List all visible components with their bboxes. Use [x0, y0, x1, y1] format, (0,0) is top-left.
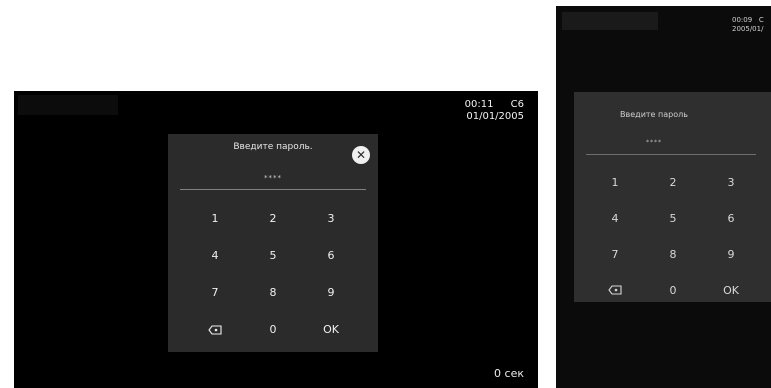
backspace-button[interactable] [186, 311, 244, 348]
key-4: 4 [611, 211, 619, 225]
key-3: 3 [727, 175, 735, 189]
keypad: 1 2 3 4 5 6 7 8 9 0 OK [186, 200, 360, 348]
key-9[interactable]: 9 [302, 274, 360, 311]
intercom-photo: 00:09 C 2005/01/ Введите пароль **** 1 2 3… [556, 6, 771, 388]
dialog-title: Введите пароль [620, 110, 688, 119]
key-6[interactable]: 6 [302, 237, 360, 274]
key-0[interactable]: 0 [244, 311, 302, 348]
backspace-icon [608, 285, 622, 295]
backspace-icon [208, 324, 222, 335]
password-dialog: Введите пароль. ✕ **** 1 2 3 4 5 6 7 8 9 0 OK [168, 134, 378, 352]
key-7: 7 [611, 247, 619, 261]
key-2: 2 [669, 175, 677, 189]
key-8: 8 [669, 247, 677, 261]
key-8[interactable]: 8 [244, 274, 302, 311]
key-2[interactable]: 2 [244, 200, 302, 237]
password-field[interactable]: **** [168, 174, 378, 182]
password-field: **** [646, 139, 662, 146]
password-underline [180, 189, 366, 190]
key-ok: OK [723, 283, 739, 297]
channel-label: C6 [510, 99, 524, 110]
key-1[interactable]: 1 [186, 200, 244, 237]
top-left-overlay [18, 95, 118, 115]
status-bar: 00:11 C6 01/01/2005 [465, 99, 524, 123]
key-7[interactable]: 7 [186, 274, 244, 311]
close-icon: ✕ [355, 148, 367, 162]
top-left-overlay [562, 12, 658, 30]
status-bar: 00:09 C 2005/01/ [732, 16, 764, 34]
ok-button[interactable]: OK [302, 311, 360, 348]
key-9: 9 [727, 247, 735, 261]
key-5[interactable]: 5 [244, 237, 302, 274]
key-4[interactable]: 4 [186, 237, 244, 274]
date-label: 01/01/2005 [466, 111, 524, 122]
channel-label: C [758, 16, 764, 24]
keypad: 1 2 3 4 5 6 7 8 9 0 OK [586, 164, 760, 308]
key-3[interactable]: 3 [302, 200, 360, 237]
key-6: 6 [727, 211, 735, 225]
close-button[interactable]: ✕ [352, 146, 370, 164]
key-0: 0 [669, 283, 677, 297]
timer-label: 0 сек [494, 367, 524, 380]
clock-time: 00:09 [732, 16, 753, 24]
intercom-screen: 00:11 C6 01/01/2005 Введите пароль. ✕ **… [14, 91, 538, 388]
date-label: 2005/01/ [732, 25, 764, 33]
key-5: 5 [669, 211, 677, 225]
password-dialog: Введите пароль **** 1 2 3 4 5 6 7 8 9 0 OK [574, 92, 771, 302]
password-underline [586, 154, 756, 155]
key-1: 1 [611, 175, 619, 189]
dialog-title: Введите пароль. [233, 142, 313, 152]
clock-time: 00:11 [464, 99, 494, 110]
backspace-button [586, 272, 644, 308]
